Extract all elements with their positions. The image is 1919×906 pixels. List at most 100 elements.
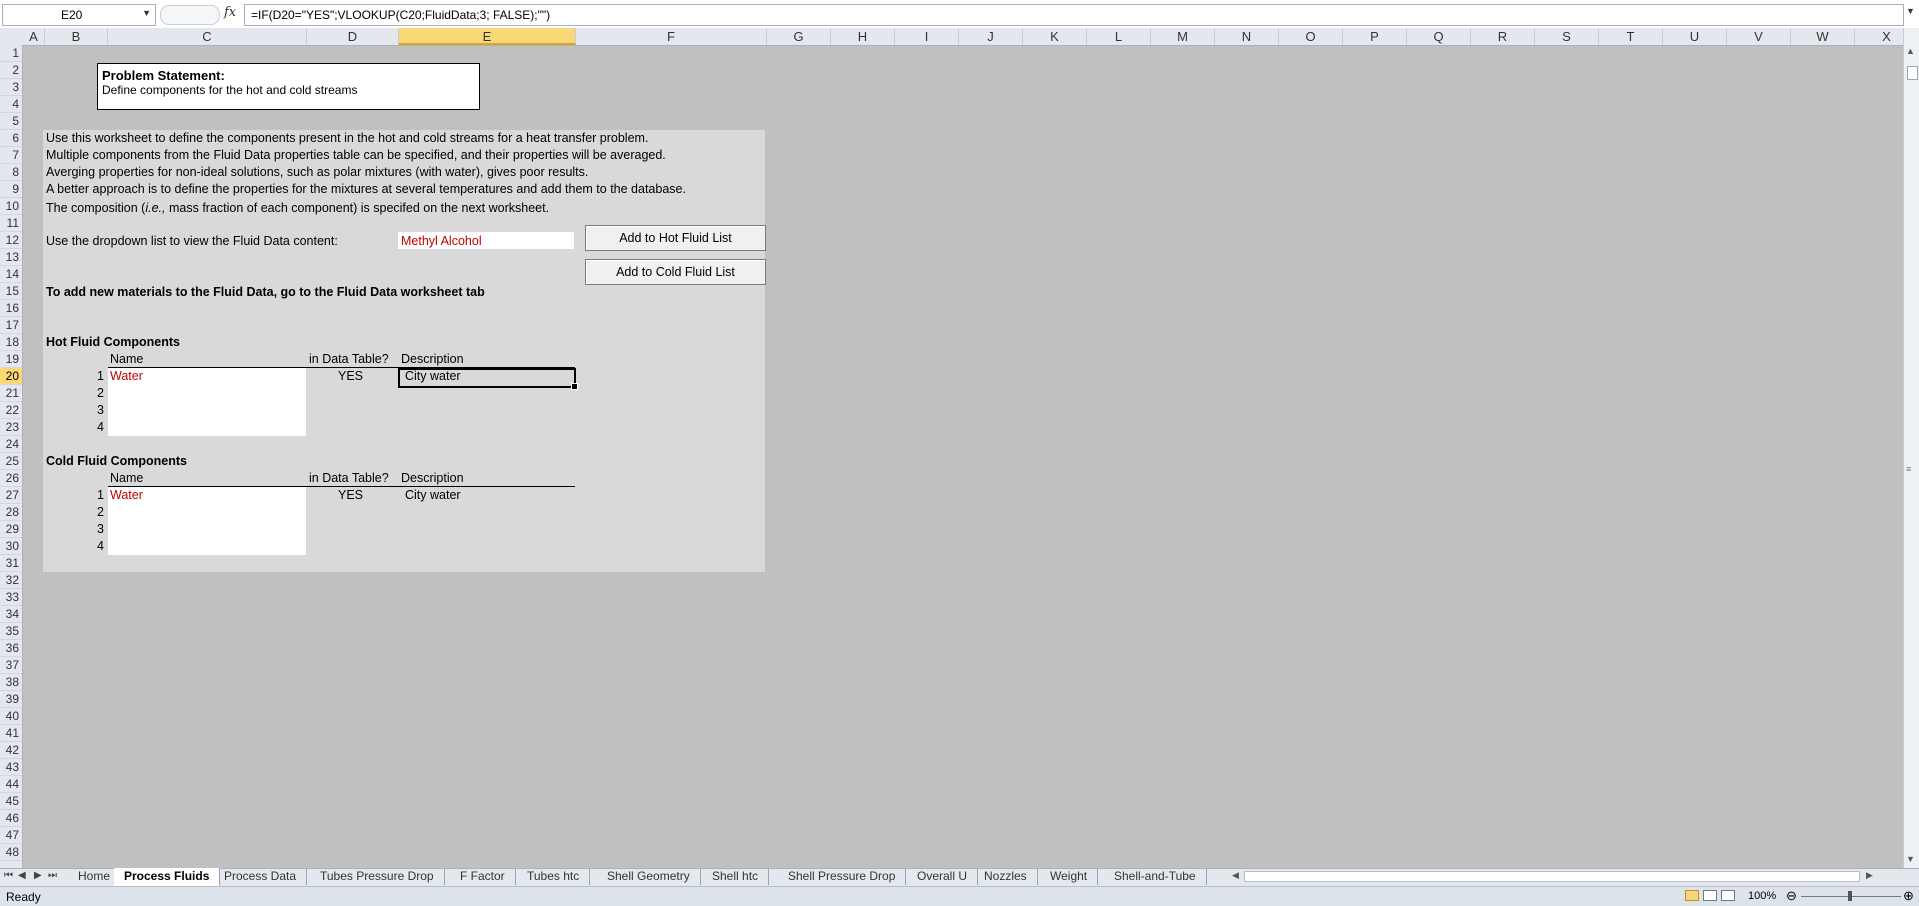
column-header-u[interactable]: U xyxy=(1663,28,1727,45)
column-header-m[interactable]: M xyxy=(1151,28,1215,45)
zoom-out-icon[interactable]: ⊖ xyxy=(1786,888,1797,904)
formula-bar-resize-handle[interactable] xyxy=(160,5,220,25)
scroll-left-icon[interactable]: ◀ xyxy=(1232,870,1239,881)
row-header-29[interactable]: 29 xyxy=(0,521,22,538)
row-header-32[interactable]: 32 xyxy=(0,572,22,589)
chevron-down-icon[interactable]: ▼ xyxy=(142,8,151,18)
row-header-13[interactable]: 13 xyxy=(0,249,22,266)
vertical-scrollbar[interactable]: ▲ ≡ ▼ xyxy=(1903,28,1919,868)
sheet-tab[interactable]: Shell Pressure Drop xyxy=(778,868,907,885)
column-header-n[interactable]: N xyxy=(1215,28,1279,45)
column-header-t[interactable]: T xyxy=(1599,28,1663,45)
column-header-k[interactable]: K xyxy=(1023,28,1087,45)
column-header-r[interactable]: R xyxy=(1471,28,1535,45)
column-header-l[interactable]: L xyxy=(1087,28,1151,45)
row-header-15[interactable]: 15 xyxy=(0,283,22,300)
row-header-10[interactable]: 10 xyxy=(0,198,22,215)
row-header-2[interactable]: 2 xyxy=(0,62,22,79)
row-header-4[interactable]: 4 xyxy=(0,96,22,113)
row-header-17[interactable]: 17 xyxy=(0,317,22,334)
prev-sheet-icon[interactable]: ◀ xyxy=(18,870,26,881)
hot-name-cell[interactable]: Water xyxy=(110,369,143,383)
row-header-30[interactable]: 30 xyxy=(0,538,22,555)
normal-view-icon[interactable] xyxy=(1685,890,1699,901)
row-header-35[interactable]: 35 xyxy=(0,623,22,640)
column-header-e[interactable]: E xyxy=(399,28,576,45)
add-to-hot-fluid-button[interactable]: Add to Hot Fluid List xyxy=(585,225,766,251)
row-header-16[interactable]: 16 xyxy=(0,300,22,317)
row-header-5[interactable]: 5 xyxy=(0,113,22,130)
first-sheet-icon[interactable]: ⏮ xyxy=(4,870,13,881)
fluid-data-dropdown[interactable]: Methyl Alcohol xyxy=(398,232,574,249)
row-header-12[interactable]: 12 xyxy=(0,232,22,249)
sheet-tab[interactable]: Process Data xyxy=(214,868,308,885)
row-header-46[interactable]: 46 xyxy=(0,810,22,827)
row-header-11[interactable]: 11 xyxy=(0,215,22,232)
row-header-7[interactable]: 7 xyxy=(0,147,22,164)
row-header-39[interactable]: 39 xyxy=(0,691,22,708)
row-header-26[interactable]: 26 xyxy=(0,470,22,487)
row-header-27[interactable]: 27 xyxy=(0,487,22,504)
sheet-tab[interactable]: Weight xyxy=(1040,868,1099,885)
row-header-28[interactable]: 28 xyxy=(0,504,22,521)
row-header-3[interactable]: 3 xyxy=(0,79,22,96)
name-box[interactable]: E20 ▼ xyxy=(2,4,156,26)
column-header-b[interactable]: B xyxy=(45,28,108,45)
zoom-in-icon[interactable]: ⊕ xyxy=(1903,888,1914,904)
row-header-25[interactable]: 25 xyxy=(0,453,22,470)
row-header-6[interactable]: 6 xyxy=(0,130,22,147)
scroll-down-icon[interactable]: ▼ xyxy=(1906,854,1915,864)
row-header-37[interactable]: 37 xyxy=(0,657,22,674)
sheet-tab[interactable]: Shell htc xyxy=(702,868,770,885)
row-header-44[interactable]: 44 xyxy=(0,776,22,793)
row-header-18[interactable]: 18 xyxy=(0,334,22,351)
expand-formula-bar-icon[interactable]: ▼ xyxy=(1906,6,1915,16)
row-header-19[interactable]: 19 xyxy=(0,351,22,368)
page-layout-view-icon[interactable] xyxy=(1703,890,1717,901)
row-header-34[interactable]: 34 xyxy=(0,606,22,623)
row-header-40[interactable]: 40 xyxy=(0,708,22,725)
row-header-1[interactable]: 1 xyxy=(0,45,22,62)
row-header-31[interactable]: 31 xyxy=(0,555,22,572)
row-header-9[interactable]: 9 xyxy=(0,181,22,198)
column-header-i[interactable]: I xyxy=(895,28,959,45)
row-header-36[interactable]: 36 xyxy=(0,640,22,657)
column-header-q[interactable]: Q xyxy=(1407,28,1471,45)
row-header-45[interactable]: 45 xyxy=(0,793,22,810)
column-header-f[interactable]: F xyxy=(576,28,767,45)
sheet-tab[interactable]: Tubes Pressure Drop xyxy=(310,868,445,885)
row-header-38[interactable]: 38 xyxy=(0,674,22,691)
scroll-right-icon[interactable]: ▶ xyxy=(1866,870,1873,881)
column-header-w[interactable]: W xyxy=(1791,28,1855,45)
active-cell-e20[interactable] xyxy=(398,368,578,390)
row-header-42[interactable]: 42 xyxy=(0,742,22,759)
sheet-tab[interactable]: Nozzles xyxy=(974,868,1038,885)
row-header-20[interactable]: 20 xyxy=(0,368,22,385)
horizontal-scrollbar[interactable]: ◀ ▶ xyxy=(1232,868,1886,886)
sheet-tab[interactable]: F Factor xyxy=(450,868,516,885)
sheet-tab[interactable]: Shell Geometry xyxy=(597,868,701,885)
column-header-a[interactable]: A xyxy=(23,28,45,45)
split-handle-icon[interactable]: ≡ xyxy=(1906,464,1911,474)
row-header-21[interactable]: 21 xyxy=(0,385,22,402)
row-header-48[interactable]: 48 xyxy=(0,844,22,861)
column-header-o[interactable]: O xyxy=(1279,28,1343,45)
cold-name-cell[interactable]: Water xyxy=(110,488,143,502)
row-header-8[interactable]: 8 xyxy=(0,164,22,181)
column-header-g[interactable]: G xyxy=(767,28,831,45)
zoom-level[interactable]: 100% xyxy=(1748,890,1776,902)
row-header-14[interactable]: 14 xyxy=(0,266,22,283)
horizontal-scroll-track[interactable] xyxy=(1244,871,1860,882)
sheet-tab[interactable]: Shell-and-Tube xyxy=(1104,868,1207,885)
scroll-up-icon[interactable]: ▲ xyxy=(1906,46,1915,56)
add-to-cold-fluid-button[interactable]: Add to Cold Fluid List xyxy=(585,259,766,285)
row-header-41[interactable]: 41 xyxy=(0,725,22,742)
vertical-scroll-thumb[interactable] xyxy=(1907,66,1918,80)
row-header-22[interactable]: 22 xyxy=(0,402,22,419)
sheet-tab[interactable]: Overall U xyxy=(907,868,979,885)
formula-input[interactable]: =IF(D20="YES";VLOOKUP(C20;FluidData;3; F… xyxy=(244,4,1904,26)
column-header-j[interactable]: J xyxy=(959,28,1023,45)
row-header-33[interactable]: 33 xyxy=(0,589,22,606)
column-header-p[interactable]: P xyxy=(1343,28,1407,45)
row-header-24[interactable]: 24 xyxy=(0,436,22,453)
